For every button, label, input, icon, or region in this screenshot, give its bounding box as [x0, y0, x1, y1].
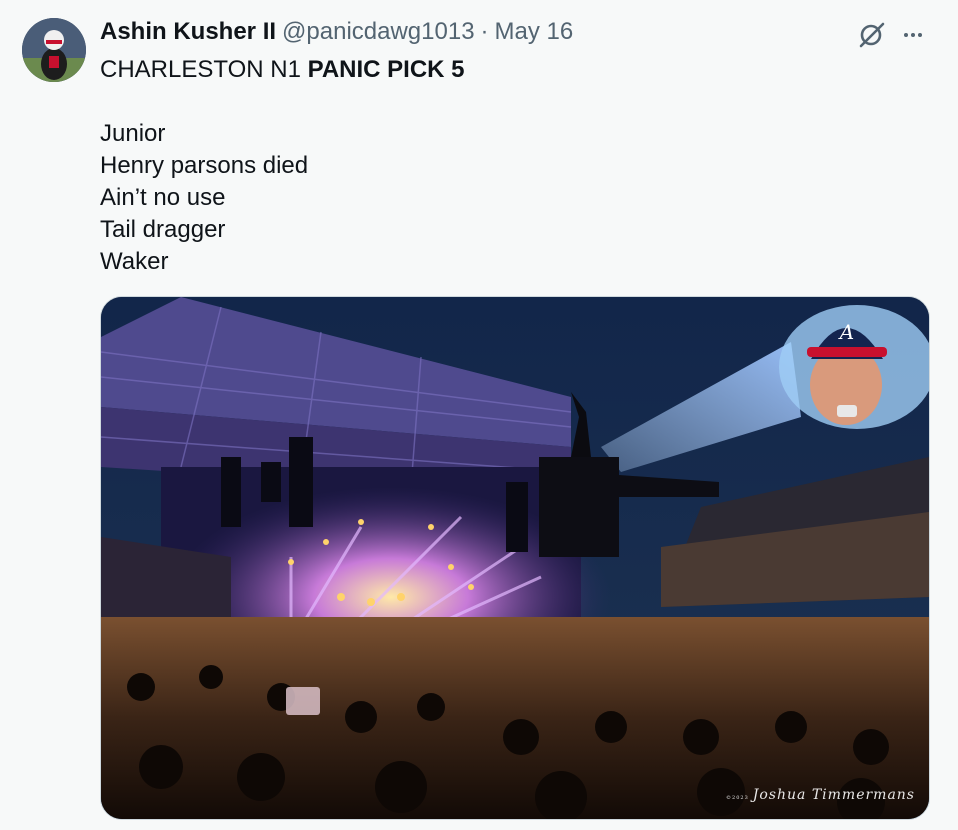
avatar-image: [22, 18, 86, 82]
avatar[interactable]: [22, 18, 86, 82]
grok-icon[interactable]: [856, 20, 888, 50]
tweet[interactable]: Ashin Kusher II @panicdawg1013 · May 16 …: [0, 0, 958, 830]
tweet-line: Tail dragger: [100, 216, 226, 243]
tweet-line: Ain’t no use: [100, 184, 226, 211]
author-name[interactable]: Ashin Kusher II: [100, 18, 276, 46]
photo-credit: ©2023 Joshua Timmermans: [726, 787, 915, 803]
tweet-date[interactable]: May 16: [495, 18, 574, 46]
tweet-text: CHARLESTON N1 PANIC PICK 5 Junior Henry …: [100, 54, 900, 278]
tweet-line-1: CHARLESTON N1 PANIC PICK 5: [100, 56, 465, 83]
more-icon[interactable]: [898, 20, 928, 50]
tweet-header: Ashin Kusher II @panicdawg1013 · May 16: [100, 16, 573, 48]
tweet-line: Henry parsons died: [100, 152, 309, 179]
tweet-line: Junior: [100, 120, 166, 147]
separator: ·: [480, 18, 489, 45]
author-handle[interactable]: @panicdawg1013: [282, 18, 475, 46]
cap-logo: A: [838, 320, 854, 344]
concert-photo: A: [101, 297, 929, 819]
tweet-line: Waker: [100, 248, 169, 275]
tweet-photo[interactable]: A ©2023 Joshua Timmermans: [100, 296, 930, 820]
